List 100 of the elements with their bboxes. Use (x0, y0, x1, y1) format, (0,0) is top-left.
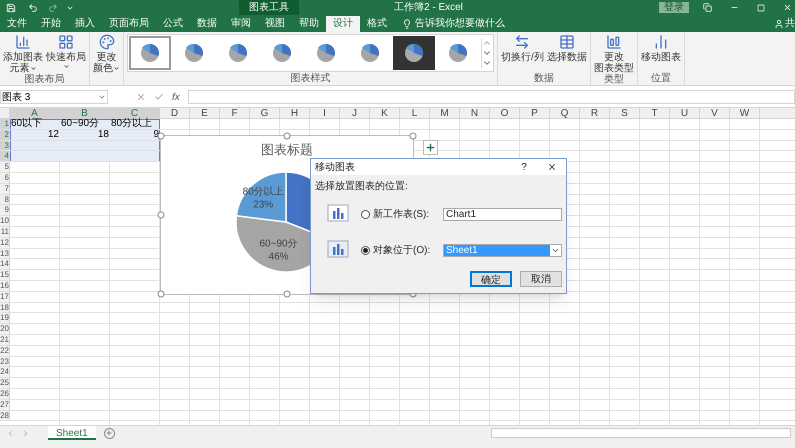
row-header[interactable]: 22 (0, 346, 10, 356)
row-header[interactable]: 16 (0, 280, 10, 291)
row-header[interactable]: 26 (0, 388, 10, 399)
tell-me-search[interactable]: 告诉我你想要做什么 (415, 16, 505, 32)
name-box[interactable]: 图表 3 (0, 90, 108, 104)
row-header[interactable]: 4 (0, 151, 10, 162)
column-header[interactable]: R (580, 108, 610, 118)
column-header[interactable]: L (400, 108, 430, 118)
column-header[interactable]: U (670, 108, 700, 118)
row-header[interactable]: 8 (0, 194, 10, 204)
formula-input[interactable] (188, 90, 795, 104)
resize-handle[interactable] (284, 290, 290, 298)
row-header[interactable]: 20 (0, 324, 10, 334)
row-header[interactable]: 15 (0, 270, 10, 280)
ribbon-tab[interactable]: 开始 (34, 16, 68, 32)
row-header[interactable]: 2 (0, 130, 10, 140)
resize-handle[interactable] (284, 132, 290, 140)
column-header[interactable]: A (10, 108, 60, 118)
column-header[interactable]: O (490, 108, 520, 118)
row-header[interactable]: 13 (0, 248, 10, 258)
column-header[interactable]: V (700, 108, 730, 118)
group-label: 图表样式 (290, 73, 332, 85)
sheet-tab[interactable]: Sheet1 (48, 426, 96, 440)
column-header[interactable]: P (520, 108, 550, 118)
caret-icon (30, 65, 36, 72)
group-label: 位置 (650, 73, 672, 85)
row-header[interactable]: 12 (0, 238, 10, 248)
row-header[interactable]: 3 (0, 140, 10, 150)
redo-icon (48, 2, 58, 12)
ribbon-tab[interactable]: 设计 (326, 16, 360, 32)
row-header[interactable]: 27 (0, 400, 10, 410)
column-header[interactable]: M (430, 108, 460, 118)
resize-handle[interactable] (410, 132, 416, 140)
ribbon-tab[interactable]: 审阅 (224, 16, 258, 32)
column-header[interactable]: K (370, 108, 400, 118)
resize-handle[interactable] (158, 132, 164, 140)
share-button[interactable]: 共 (785, 16, 795, 32)
chart-style-thumbnail[interactable] (129, 36, 171, 70)
column-header[interactable]: H (280, 108, 310, 118)
row-header[interactable]: 24 (0, 367, 10, 378)
column-header[interactable]: S (610, 108, 640, 118)
row-header[interactable]: 11 (0, 226, 10, 237)
ribbon-button[interactable]: 更改 图表类型 (594, 34, 634, 74)
row-header[interactable]: 23 (0, 356, 10, 366)
column-header[interactable]: E (190, 108, 220, 118)
chart-plus-icon (15, 34, 31, 50)
insert-function-button[interactable]: fx (172, 90, 180, 104)
ribbon-tab[interactable]: 插入 (68, 16, 102, 32)
column-header[interactable]: I (310, 108, 340, 118)
chart-elements-button[interactable] (423, 140, 438, 155)
ribbon-tab[interactable]: 公式 (156, 16, 190, 32)
save-icon (6, 2, 16, 12)
ribbon-button[interactable]: 快速布局 (46, 34, 86, 70)
column-header[interactable]: G (250, 108, 280, 118)
row-header[interactable]: 19 (0, 313, 10, 324)
row-header[interactable]: 21 (0, 334, 10, 345)
row-header[interactable]: 25 (0, 378, 10, 388)
row-header[interactable]: 28 (0, 410, 10, 420)
resize-handle[interactable] (158, 290, 164, 298)
ribbon-tab[interactable]: 视图 (258, 16, 292, 32)
row-header[interactable]: 6 (0, 172, 10, 183)
column-header[interactable]: W (730, 108, 760, 118)
data-label: 60~90分 46% (259, 238, 298, 264)
ribbon-button[interactable]: 选择数据 (546, 34, 587, 63)
row-header[interactable]: 5 (0, 162, 10, 172)
ribbon-tab[interactable]: 文件 (0, 16, 34, 32)
sign-in-button[interactable]: 登录 (659, 2, 689, 13)
row-header[interactable]: 10 (0, 216, 10, 226)
ribbon-tab[interactable]: 格式 (360, 16, 394, 32)
column-header[interactable]: B (60, 108, 110, 118)
ribbon-button[interactable]: 更改 颜色 (93, 34, 120, 74)
ribbon-tab[interactable]: 页面布局 (102, 16, 156, 32)
plus-icon (425, 142, 436, 153)
dialog-button[interactable]: 确定 (470, 271, 512, 287)
row-header[interactable]: 1 (0, 119, 10, 129)
dialog-button[interactable]: 取消 (520, 271, 562, 287)
user-icon (774, 19, 784, 29)
resize-handle[interactable] (158, 212, 164, 218)
row-header[interactable]: 14 (0, 259, 10, 270)
column-header[interactable]: N (460, 108, 490, 118)
column-header[interactable]: J (340, 108, 370, 118)
ribbon-tab[interactable]: 帮助 (292, 16, 326, 32)
column-header[interactable]: T (640, 108, 670, 118)
ribbon-button[interactable]: 切换行/列 (501, 34, 544, 63)
row-header[interactable]: 17 (0, 292, 10, 302)
column-header[interactable]: D (160, 108, 190, 118)
help-button[interactable]: ? (514, 160, 534, 174)
ribbon-button[interactable]: 添加图表 元素 (3, 34, 43, 74)
ribbon-button[interactable]: 移动图表 (640, 34, 681, 63)
ribbon-tab[interactable]: 数据 (190, 16, 224, 32)
row-header[interactable]: 9 (0, 205, 10, 216)
row-header[interactable]: 18 (0, 302, 10, 312)
sheet-name-field[interactable]: Chart1 (443, 208, 562, 220)
column-header[interactable]: C (110, 108, 160, 118)
row-header[interactable]: 7 (0, 184, 10, 194)
add-sheet-button[interactable] (104, 428, 115, 438)
column-header[interactable]: F (220, 108, 250, 118)
column-header[interactable]: Q (550, 108, 580, 118)
chart-style-thumbnail[interactable] (393, 36, 435, 70)
horizontal-scrollbar[interactable] (491, 428, 791, 438)
